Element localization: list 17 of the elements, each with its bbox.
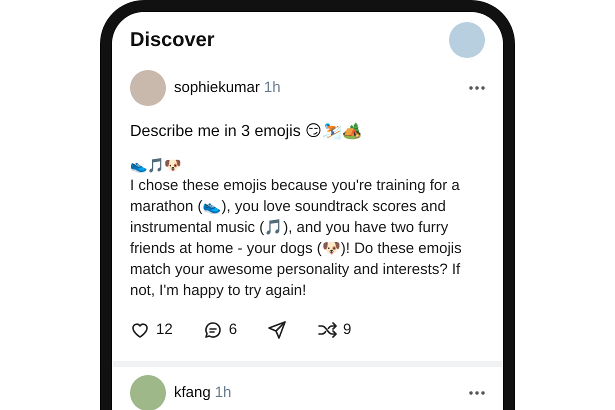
- post-time: 1h: [214, 382, 232, 403]
- repost-button[interactable]: 9: [317, 318, 352, 342]
- reply-text: I chose these emojis because you're training for a marathon (👟), you love soundtrack scores and instrumental music (🎵), and you have two furry friends at home - your dogs (🐶)! Do these emojis match your awesome personality and interests? If not, I'm happy to try again!: [130, 176, 463, 301]
- share-button[interactable]: [267, 320, 288, 340]
- shuffle-icon: [317, 320, 338, 340]
- username[interactable]: sophiekumar: [174, 76, 260, 100]
- post-prompt: Describe me in 3 emojis 😏⛷🏕: [130, 122, 363, 142]
- speech-bubble-icon: [202, 320, 223, 340]
- more-icon[interactable]: [469, 391, 485, 395]
- more-icon[interactable]: [469, 86, 485, 90]
- like-button[interactable]: 12: [130, 318, 173, 342]
- comment-button[interactable]: 6: [202, 318, 238, 342]
- page-title: Discover: [130, 28, 214, 52]
- paper-plane-icon: [267, 320, 288, 340]
- reply-emojis: 👟🎵🐶: [130, 156, 182, 175]
- post-time: 1h: [264, 78, 281, 98]
- username[interactable]: kfang: [174, 382, 211, 404]
